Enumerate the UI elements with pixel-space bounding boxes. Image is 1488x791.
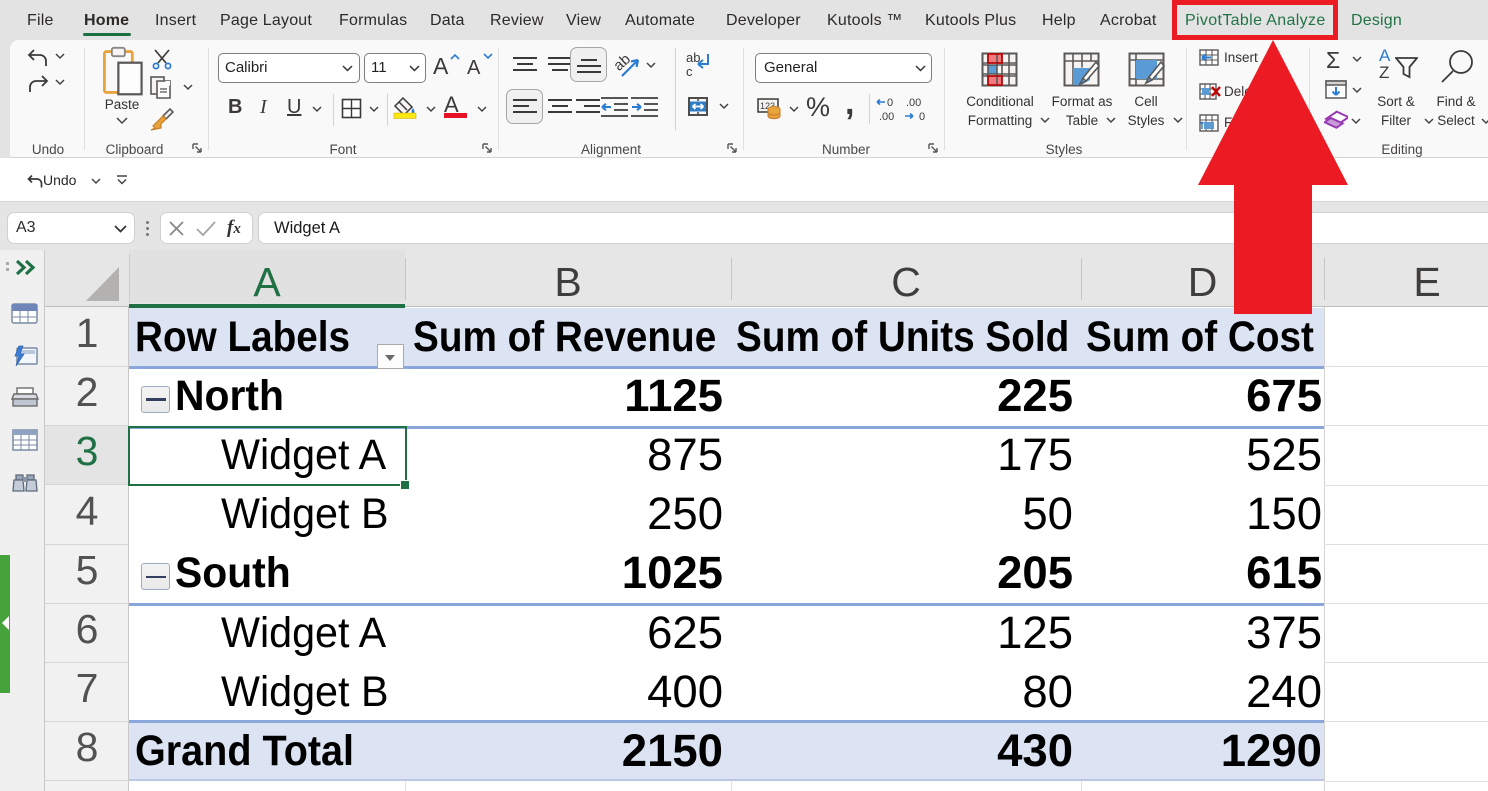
svg-text:.00: .00: [906, 97, 921, 109]
svg-text:0: 0: [919, 111, 925, 122]
svg-text:c: c: [686, 64, 693, 78]
svg-text:.00: .00: [879, 111, 894, 122]
svg-text:0: 0: [887, 97, 893, 109]
svg-text:ab: ab: [614, 51, 634, 75]
